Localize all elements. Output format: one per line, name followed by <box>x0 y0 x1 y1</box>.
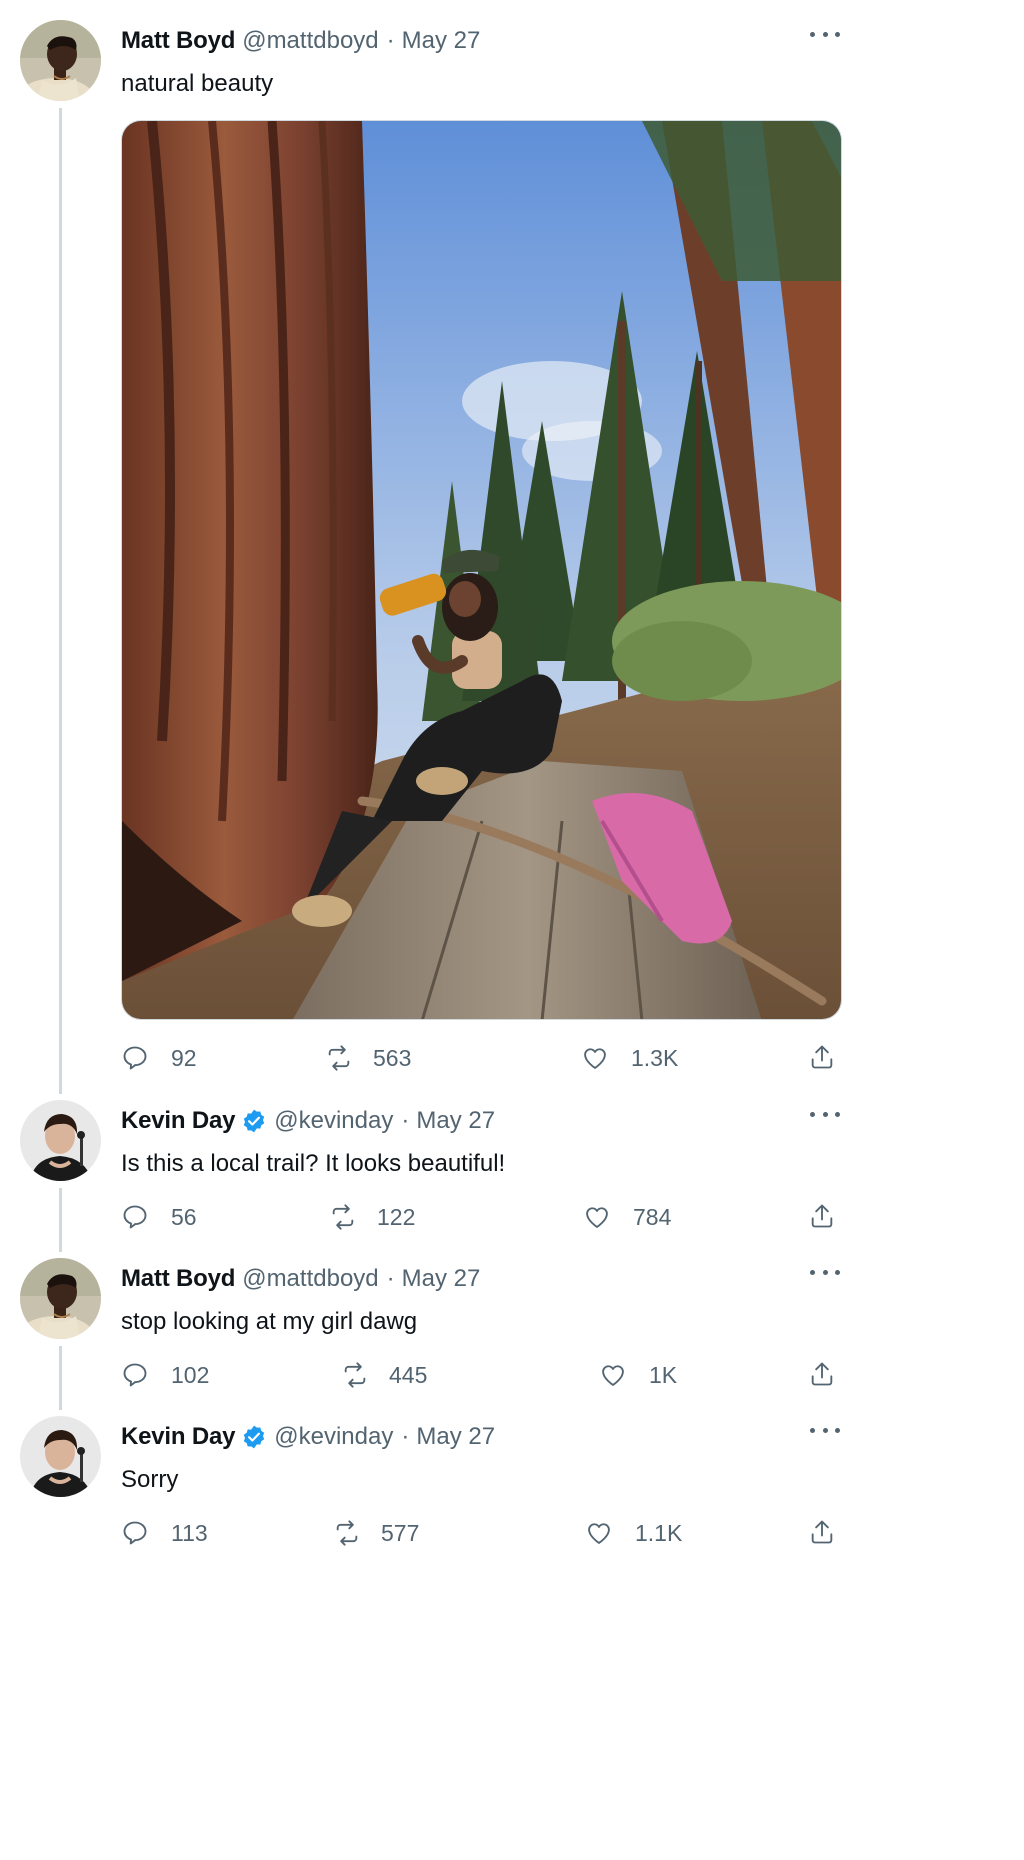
display-name[interactable]: Matt Boyd <box>121 1265 235 1293</box>
heart-icon <box>602 1365 624 1386</box>
reply-count: 113 <box>171 1519 208 1546</box>
more-options-icon[interactable] <box>810 24 840 44</box>
like-button[interactable]: 1K <box>599 1360 677 1390</box>
retweet-button[interactable]: 577 <box>333 1518 419 1548</box>
share-button[interactable] <box>808 1043 836 1071</box>
retweet-icon <box>344 1362 366 1388</box>
display-name[interactable]: Kevin Day <box>121 1423 235 1451</box>
tweet-header: Kevin Day @kevinday · May 27 <box>121 1422 495 1452</box>
tweet-text: natural beauty <box>121 70 274 97</box>
separator-dot: · <box>386 27 395 54</box>
retweet-button[interactable]: 563 <box>325 1043 411 1073</box>
share-icon <box>811 1204 833 1228</box>
reply-count: 102 <box>171 1361 210 1388</box>
tweet[interactable]: Kevin Day @kevinday · May 27 Is this a l… <box>0 1080 864 1238</box>
tweet-actions: 56 122 784 <box>121 1202 842 1232</box>
more-options-icon[interactable] <box>810 1104 840 1124</box>
tweet-date[interactable]: May 27 <box>416 1423 495 1451</box>
like-count: 1.3K <box>631 1044 679 1071</box>
share-button[interactable] <box>808 1360 836 1388</box>
display-name[interactable]: Matt Boyd <box>121 27 235 55</box>
retweet-icon <box>332 1204 354 1230</box>
retweet-count: 577 <box>381 1519 420 1546</box>
verified-badge-icon <box>241 1424 267 1450</box>
tweet-actions: 92 563 1.3K <box>121 1043 842 1073</box>
share-icon <box>811 1520 833 1544</box>
tweet-text: stop looking at my girl dawg <box>121 1308 418 1335</box>
tweet[interactable]: Matt Boyd @mattdboyd · May 27 stop looki… <box>0 1238 864 1396</box>
tweet-text: Is this a local trail? It looks beautifu… <box>121 1150 506 1177</box>
separator-dot: · <box>401 1107 410 1134</box>
share-button[interactable] <box>808 1518 836 1546</box>
share-button[interactable] <box>808 1202 836 1230</box>
verified-badge-icon <box>241 1108 267 1134</box>
heart-icon <box>586 1207 608 1228</box>
display-name[interactable]: Kevin Day <box>121 1107 235 1135</box>
heart-icon <box>584 1048 606 1069</box>
separator-dot: · <box>386 1265 395 1292</box>
tweet[interactable]: Kevin Day @kevinday · May 27 Sorry 113 5… <box>0 1396 864 1568</box>
avatar[interactable] <box>20 1100 101 1181</box>
reply-button[interactable]: 102 <box>121 1360 209 1390</box>
like-button[interactable]: 1.3K <box>581 1043 678 1073</box>
avatar[interactable] <box>20 1416 101 1497</box>
retweet-icon <box>328 1045 350 1071</box>
tweet-actions: 113 577 1.1K <box>121 1518 842 1548</box>
like-count: 784 <box>633 1203 672 1230</box>
more-options-icon[interactable] <box>810 1420 840 1440</box>
reply-button[interactable]: 113 <box>121 1518 208 1548</box>
reply-button[interactable]: 56 <box>121 1202 197 1232</box>
retweet-icon <box>336 1520 358 1546</box>
like-button[interactable]: 784 <box>583 1202 671 1232</box>
tweet-header: Matt Boyd @mattdboyd · May 27 <box>121 1264 480 1294</box>
share-icon <box>811 1045 833 1069</box>
user-handle[interactable]: @mattdboyd <box>242 1265 378 1293</box>
separator-dot: · <box>401 1423 410 1450</box>
user-handle[interactable]: @kevinday <box>274 1423 393 1451</box>
tweet-header: Matt Boyd @mattdboyd · May 27 <box>121 26 480 56</box>
reply-count: 56 <box>171 1203 197 1230</box>
reply-icon <box>123 1363 147 1387</box>
retweet-count: 563 <box>373 1044 412 1071</box>
share-icon <box>811 1362 833 1386</box>
more-options-icon[interactable] <box>810 1262 840 1282</box>
reply-icon <box>123 1521 147 1545</box>
user-handle[interactable]: @kevinday <box>274 1107 393 1135</box>
tweet-text: Sorry <box>121 1466 179 1493</box>
tweet-actions: 102 445 1K <box>121 1360 842 1390</box>
reply-button[interactable]: 92 <box>121 1043 197 1073</box>
reply-icon <box>123 1205 147 1229</box>
retweet-count: 445 <box>389 1361 428 1388</box>
tweet-header: Kevin Day @kevinday · May 27 <box>121 1106 495 1136</box>
tweet-date[interactable]: May 27 <box>416 1107 495 1135</box>
retweet-count: 122 <box>377 1203 416 1230</box>
avatar[interactable] <box>20 1258 101 1339</box>
reply-count: 92 <box>171 1044 197 1071</box>
tweet-photo[interactable] <box>121 120 842 1020</box>
like-count: 1K <box>649 1361 678 1388</box>
heart-icon <box>588 1523 610 1544</box>
like-button[interactable]: 1.1K <box>585 1518 682 1548</box>
avatar[interactable] <box>20 20 101 101</box>
tweet[interactable]: Matt Boyd @mattdboyd · May 27 natural be… <box>0 0 864 1090</box>
retweet-button[interactable]: 122 <box>329 1202 415 1232</box>
tweet-date[interactable]: May 27 <box>402 1265 481 1293</box>
like-count: 1.1K <box>635 1519 683 1546</box>
tweet-date[interactable]: May 27 <box>402 27 481 55</box>
reply-icon <box>123 1046 147 1070</box>
retweet-button[interactable]: 445 <box>341 1360 427 1390</box>
user-handle[interactable]: @mattdboyd <box>242 27 378 55</box>
